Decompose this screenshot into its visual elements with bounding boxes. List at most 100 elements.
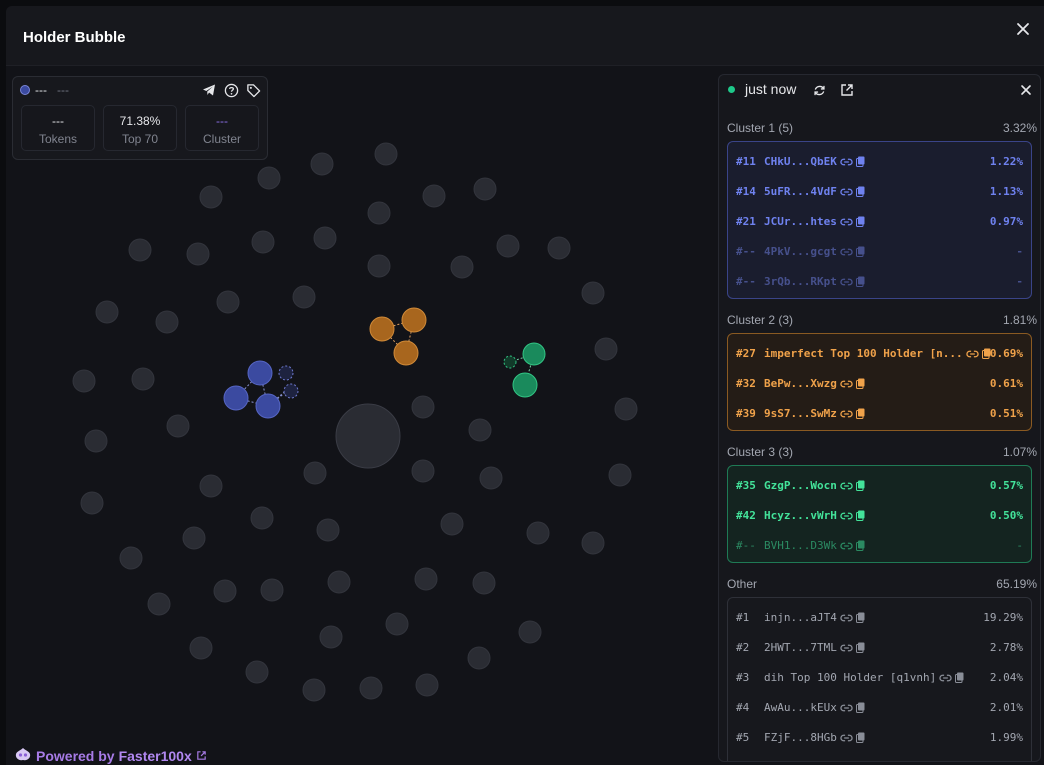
cluster-1-bubble[interactable] [255, 393, 281, 419]
holder-row[interactable]: #39 9sS7...SwMz 0.51% [728, 398, 1031, 428]
holder-bubble[interactable] [473, 177, 497, 201]
copy-icon[interactable] [855, 156, 865, 170]
cluster-2-bubble[interactable] [393, 340, 419, 366]
holder-bubble[interactable] [614, 397, 638, 421]
holder-bubble[interactable] [422, 184, 446, 208]
holder-bubble[interactable] [189, 636, 213, 660]
holder-row[interactable]: #3 dih Top 100 Holder [q1vnh] 2.04% [728, 662, 1031, 692]
holder-row[interactable]: #21 JCUr...htes 0.97% [728, 206, 1031, 236]
link-icon[interactable] [840, 643, 853, 656]
copy-icon[interactable] [855, 216, 865, 230]
holder-bubble[interactable] [411, 395, 435, 419]
link-icon[interactable] [840, 481, 853, 494]
holder-row[interactable]: #11 CHkU...QbEK 1.22% [728, 146, 1031, 176]
copy-icon[interactable] [855, 612, 865, 626]
holder-bubble[interactable] [450, 255, 474, 279]
holder-bubble[interactable] [250, 506, 274, 530]
holder-row[interactable]: #-- BVH1...D3Wk - [728, 530, 1031, 560]
copy-icon[interactable] [855, 378, 865, 392]
holder-bubble[interactable] [251, 230, 275, 254]
holder-row[interactable]: #32 BePw...Xwzg 0.61% [728, 368, 1031, 398]
refresh-icon[interactable] [811, 82, 827, 98]
holder-bubble[interactable] [166, 414, 190, 438]
copy-icon[interactable] [855, 510, 865, 524]
holder-bubble[interactable] [359, 676, 383, 700]
holder-row[interactable]: #35 GzgP...Wocn 0.57% [728, 470, 1031, 500]
link-icon[interactable] [840, 409, 853, 422]
holder-bubble[interactable] [367, 254, 391, 278]
external-link-icon[interactable] [196, 748, 207, 764]
cluster-2-bubble[interactable] [369, 316, 395, 342]
holder-bubble[interactable] [316, 518, 340, 542]
link-icon[interactable] [840, 541, 853, 554]
cluster-2-bubble[interactable] [401, 307, 427, 333]
holder-row[interactable]: #2 2HWT...7TML 2.78% [728, 632, 1031, 662]
holder-bubble[interactable] [95, 300, 119, 324]
holder-bubble[interactable] [292, 285, 316, 309]
holder-row[interactable]: #4 AwAu...kEUx 2.01% [728, 692, 1031, 722]
link-icon[interactable] [939, 673, 952, 686]
holder-bubble[interactable] [472, 571, 496, 595]
help-icon[interactable] [223, 82, 239, 98]
bubble-map[interactable] [6, 66, 714, 765]
holder-bubble[interactable] [84, 429, 108, 453]
holder-bubble[interactable] [216, 290, 240, 314]
holder-bubble[interactable] [199, 474, 223, 498]
holder-bubble[interactable] [581, 531, 605, 555]
tag-icon[interactable] [245, 82, 261, 98]
holder-bubble[interactable] [155, 310, 179, 334]
holder-bubble[interactable] [128, 238, 152, 262]
copy-icon[interactable] [855, 540, 865, 554]
copy-icon[interactable] [855, 702, 865, 716]
holder-bubble[interactable] [385, 612, 409, 636]
holder-bubble[interactable] [199, 185, 223, 209]
link-icon[interactable] [840, 157, 853, 170]
link-icon[interactable] [840, 217, 853, 230]
link-icon[interactable] [840, 379, 853, 392]
holder-bubble[interactable] [313, 226, 337, 250]
holder-bubble[interactable] [327, 570, 351, 594]
bubble-map-canvas[interactable]: --- --- --- Tokens 71.38% Top 70 --- Clu… [6, 66, 714, 765]
copy-icon[interactable] [855, 480, 865, 494]
cluster-1-bubble[interactable] [247, 360, 273, 386]
holder-bubble[interactable] [260, 578, 284, 602]
copy-icon[interactable] [855, 186, 865, 200]
copy-icon[interactable] [855, 642, 865, 656]
holder-row[interactable]: #14 5uFR...4VdF 1.13% [728, 176, 1031, 206]
holder-bubble[interactable] [182, 526, 206, 550]
holder-row[interactable]: #1 injn...aJT4 19.29% [728, 602, 1031, 632]
copy-icon[interactable] [855, 246, 865, 260]
holder-bubble[interactable] [302, 678, 326, 702]
holder-row[interactable]: #42 Hcyz...vWrH 0.50% [728, 500, 1031, 530]
cluster-1-bubble[interactable] [283, 383, 299, 399]
copy-icon[interactable] [855, 276, 865, 290]
holder-bubble[interactable] [594, 337, 618, 361]
telegram-icon[interactable] [201, 82, 217, 98]
holder-bubble[interactable] [119, 546, 143, 570]
powered-by[interactable]: Powered by Faster100x [14, 746, 207, 765]
holder-bubble[interactable] [547, 236, 571, 260]
holder-bubble[interactable] [186, 242, 210, 266]
holder-bubble[interactable] [468, 418, 492, 442]
cluster-3-bubble[interactable] [522, 342, 546, 366]
holder-bubble[interactable] [440, 512, 464, 536]
holder-bubble[interactable] [467, 646, 491, 670]
link-icon[interactable] [966, 349, 979, 362]
holder-row[interactable]: #-- 4PkV...gcgt - [728, 236, 1031, 266]
holder-bubble[interactable] [414, 567, 438, 591]
link-icon[interactable] [840, 733, 853, 746]
holder-bubble[interactable] [581, 281, 605, 305]
link-icon[interactable] [840, 511, 853, 524]
holder-bubble[interactable] [496, 234, 520, 258]
holder-row[interactable]: #-- 3rQb...RKpt - [728, 266, 1031, 296]
close-icon[interactable] [1012, 18, 1034, 40]
link-icon[interactable] [840, 277, 853, 290]
holder-bubble[interactable] [367, 201, 391, 225]
brand-link[interactable]: Faster100x [119, 748, 192, 764]
holder-bubble[interactable] [319, 625, 343, 649]
cluster-3-bubble[interactable] [503, 355, 517, 369]
open-external-icon[interactable] [839, 82, 855, 98]
holder-bubble[interactable] [411, 459, 435, 483]
holder-bubble[interactable] [80, 491, 104, 515]
holder-bubble-largest[interactable] [335, 403, 401, 469]
